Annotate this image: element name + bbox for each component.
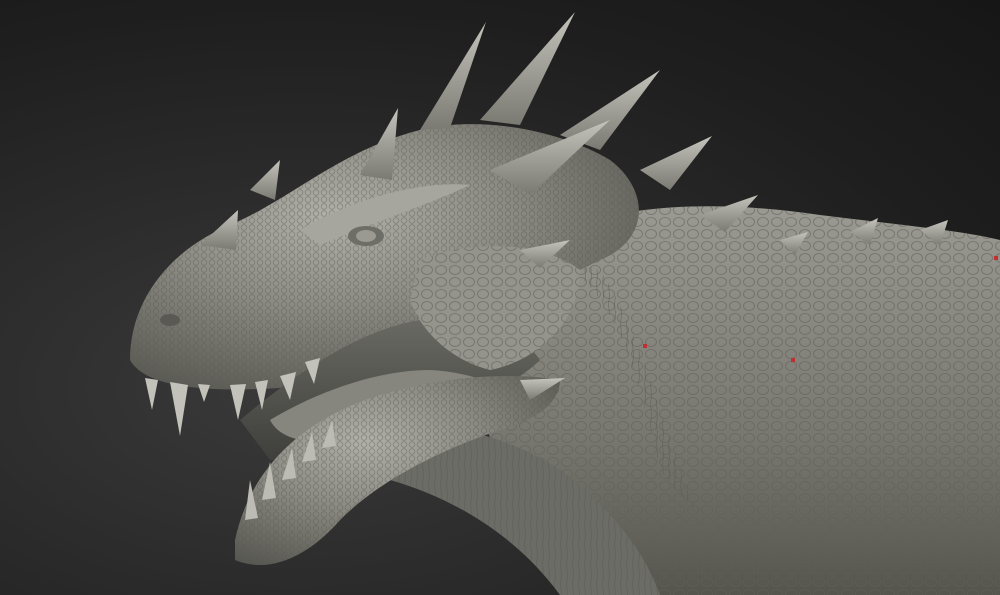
vertex-marker [643, 344, 647, 348]
sculpt-viewport[interactable] [0, 0, 1000, 595]
dinosaur-sculpture [130, 12, 1000, 595]
nostril [160, 314, 180, 326]
vertex-marker [791, 358, 795, 362]
vertex-marker [994, 256, 998, 260]
